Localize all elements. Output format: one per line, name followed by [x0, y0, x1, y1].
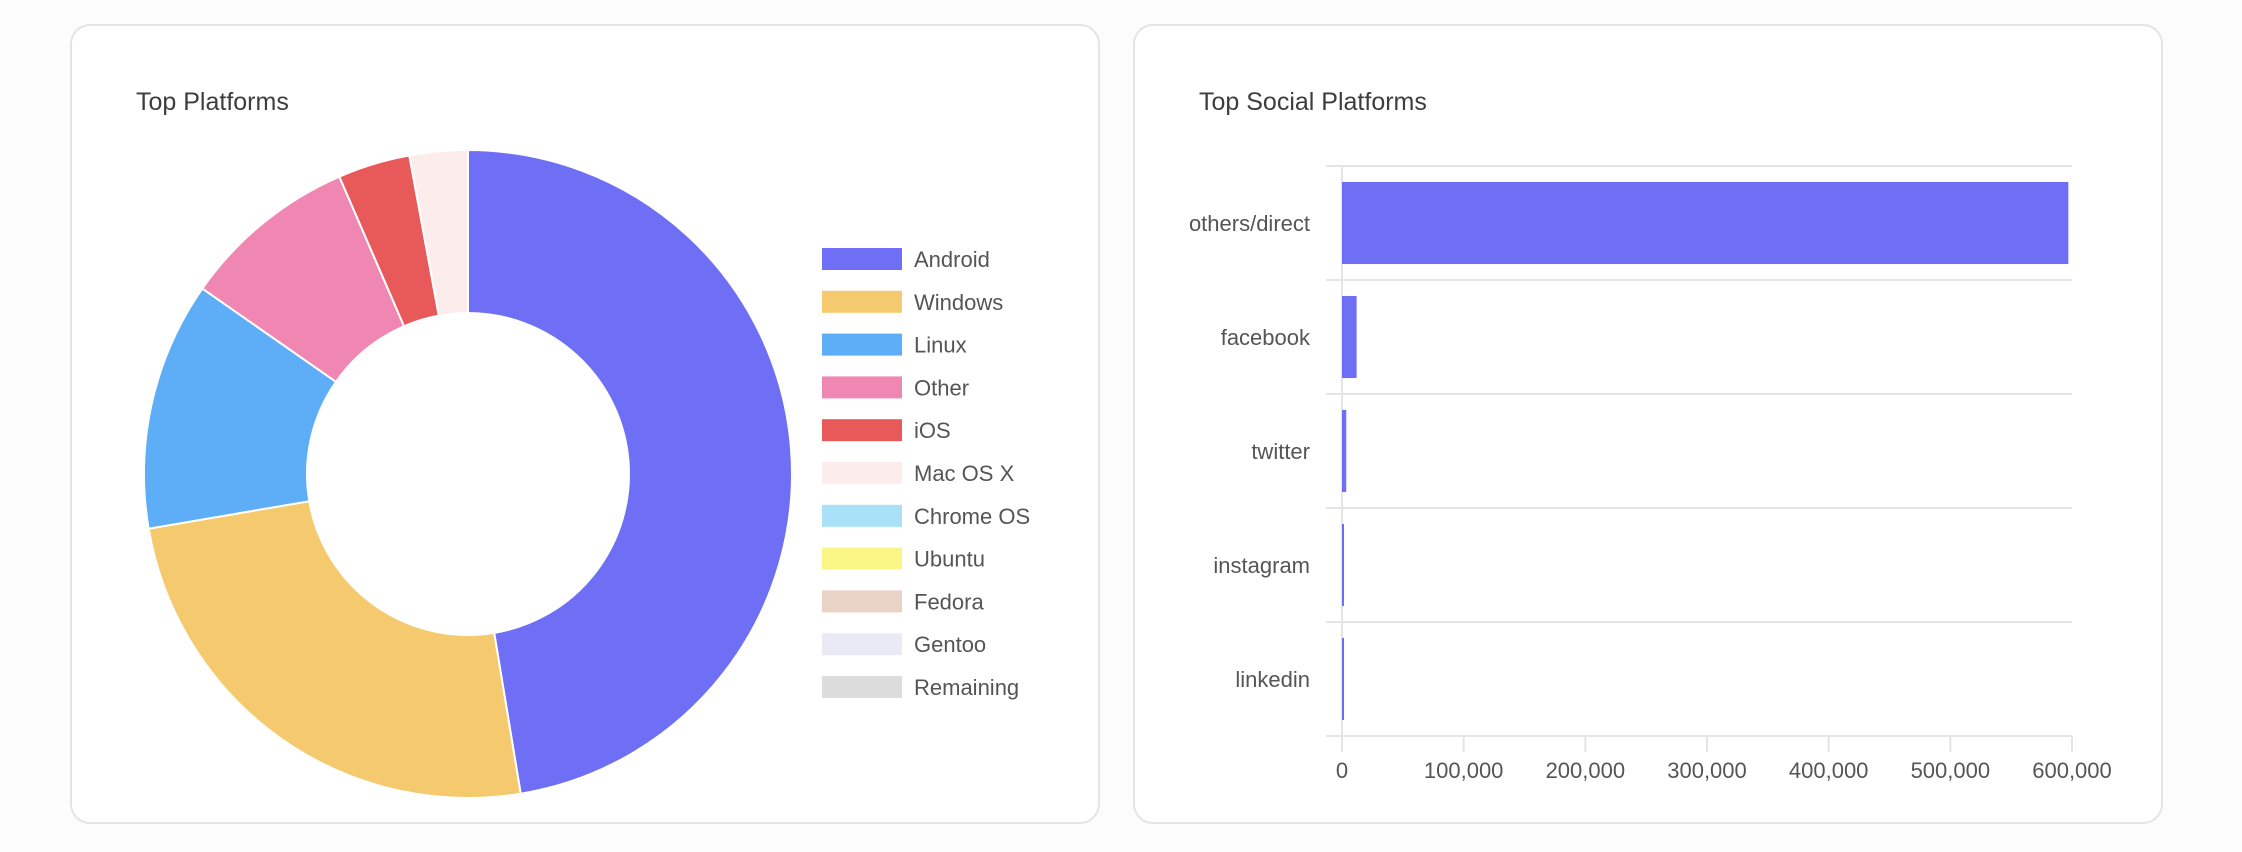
- bar-facebook[interactable]: [1342, 295, 1357, 379]
- bar-x-tick-label: 500,000: [1911, 758, 1991, 783]
- bar-category-label-instagram: instagram: [1213, 553, 1310, 578]
- legend-swatch-other: [822, 376, 902, 399]
- donut-slice-android[interactable]: [467, 148, 793, 795]
- top-social-platforms-card: Top Social Platforms 0 100,000 200,000 300,…: [1133, 24, 2163, 824]
- bar-x-tick-label: 200,000: [1546, 758, 1626, 783]
- legend-item-remaining[interactable]: Remaining: [822, 675, 1019, 700]
- legend-item-ubuntu[interactable]: Ubuntu: [822, 547, 985, 572]
- legend-swatch-ubuntu: [822, 547, 902, 570]
- bar-category-label-facebook: facebook: [1221, 325, 1311, 350]
- donut-slice-windows[interactable]: [147, 500, 522, 799]
- legend-label-mac-os-x: Mac OS X: [914, 461, 1015, 486]
- legend-label-windows: Windows: [914, 290, 1003, 315]
- legend-swatch-gentoo: [822, 633, 902, 656]
- legend-item-linux[interactable]: Linux: [822, 333, 967, 358]
- legend-item-mac-os-x[interactable]: Mac OS X: [822, 461, 1015, 486]
- legend-swatch-linux: [822, 333, 902, 356]
- legend-swatch-android: [822, 248, 902, 270]
- legend-item-android[interactable]: Android: [822, 247, 990, 272]
- legend-item-windows[interactable]: Windows: [822, 290, 1003, 315]
- legend-swatch-mac-os-x: [822, 462, 902, 484]
- bar-twitter[interactable]: [1342, 409, 1347, 493]
- bar-category-label-twitter: twitter: [1251, 439, 1310, 464]
- legend-item-ios[interactable]: iOS: [822, 418, 951, 443]
- bar-x-tick-label: 600,000: [2032, 758, 2112, 783]
- bar-instagram[interactable]: [1342, 523, 1344, 607]
- legend-label-remaining: Remaining: [914, 675, 1019, 700]
- top-platforms-donut-chart: Android Windows Linux Other iOS Mac OS X Chrom…: [143, 148, 1030, 799]
- legend-item-fedora[interactable]: Fedora: [822, 589, 984, 614]
- legend-label-gentoo: Gentoo: [914, 632, 986, 657]
- legend-swatch-ios: [822, 419, 902, 442]
- legend-label-linux: Linux: [914, 333, 967, 358]
- legend-label-ubuntu: Ubuntu: [914, 547, 985, 572]
- bar-x-tick-label: 100,000: [1424, 758, 1504, 783]
- top-platforms-card: Top Platforms Android Windows Linux Other iO…: [70, 24, 1100, 824]
- legend-label-chrome-os: Chrome OS: [914, 504, 1030, 529]
- legend-label-android: Android: [914, 247, 990, 272]
- legend-item-gentoo[interactable]: Gentoo: [822, 632, 986, 657]
- top-social-platforms-bar-chart: 0 100,000 200,000 300,000 400,000 500,000 600,…: [1189, 165, 2112, 783]
- legend-item-chrome-os[interactable]: Chrome OS: [822, 504, 1030, 529]
- legend-item-other[interactable]: Other: [822, 375, 969, 400]
- bar-category-label-linkedin: linkedin: [1235, 667, 1310, 692]
- legend-swatch-windows: [822, 290, 902, 313]
- legend-label-ios: iOS: [914, 418, 951, 443]
- legend-label-other: Other: [914, 375, 969, 400]
- bar-x-tick-label: 300,000: [1667, 758, 1747, 783]
- legend-label-fedora: Fedora: [914, 589, 984, 614]
- legend-swatch-chrome-os: [822, 504, 902, 527]
- legend-swatch-remaining: [822, 676, 902, 698]
- bar-others-direct[interactable]: [1342, 181, 2069, 265]
- bar-linkedin[interactable]: [1342, 637, 1344, 721]
- bar-category-label-others-direct: others/direct: [1189, 211, 1310, 236]
- legend-swatch-fedora: [822, 590, 902, 613]
- bar-x-tick-label: 0: [1336, 758, 1348, 783]
- bar-x-tick-label: 400,000: [1789, 758, 1869, 783]
